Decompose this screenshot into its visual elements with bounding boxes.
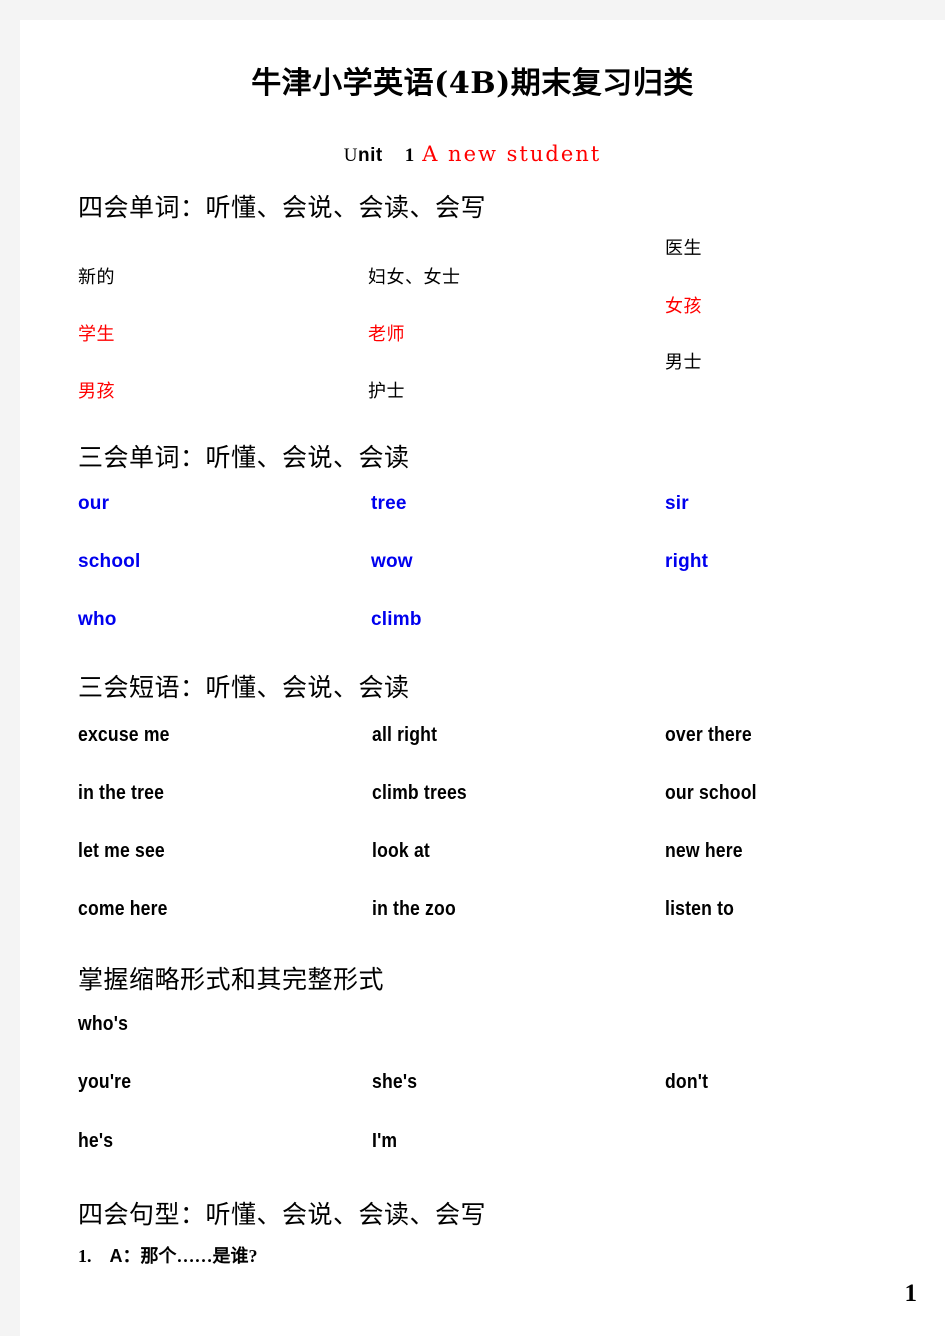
word-cell: wow bbox=[371, 551, 413, 572]
contraction-cell: who's bbox=[78, 1013, 129, 1035]
word-cell: 医生 bbox=[665, 238, 702, 258]
phrase-cell: excuse me bbox=[78, 724, 170, 746]
word-cell: climb bbox=[371, 609, 422, 630]
section-heading-three-skill-phrases: 三会短语：听懂、会说、会读 bbox=[78, 675, 410, 702]
section-heading-four-skill-words: 四会单词：听懂、会说、会读、会写 bbox=[78, 195, 487, 222]
word-cell: 男孩 bbox=[78, 381, 115, 401]
contraction-cell: I'm bbox=[372, 1130, 398, 1152]
sentence-text: 那个……是谁? bbox=[140, 1246, 258, 1266]
phrase-cell: all right bbox=[372, 724, 438, 746]
contraction-cell: don't bbox=[665, 1071, 709, 1093]
word-cell: school bbox=[78, 551, 141, 572]
word-cell: 女孩 bbox=[665, 296, 702, 316]
unit-label-cap: U bbox=[343, 145, 358, 166]
word-cell: 老师 bbox=[368, 324, 405, 344]
word-cell: who bbox=[78, 609, 117, 630]
section-heading-contractions: 掌握缩略形式和其完整形式 bbox=[78, 967, 385, 994]
page-content: 牛津小学英语(4B)期末复习归类 Unit 1 A new student 四会单词… bbox=[20, 20, 945, 1336]
word-cell: our bbox=[78, 493, 110, 514]
phrase-cell: our school bbox=[665, 782, 757, 804]
document-page: 牛津小学英语(4B)期末复习归类 Unit 1 A new student 四会单词… bbox=[20, 20, 945, 1336]
unit-topic: A new student bbox=[422, 142, 602, 166]
unit-heading: Unit 1 A new student bbox=[20, 142, 925, 167]
phrase-cell: look at bbox=[372, 840, 430, 862]
sentence-item: 1. A：那个……是谁? bbox=[78, 1242, 258, 1268]
word-cell: 新的 bbox=[78, 267, 115, 287]
phrase-cell: come here bbox=[78, 898, 168, 920]
word-cell: 护士 bbox=[368, 381, 405, 401]
unit-label-rest: nit bbox=[357, 145, 383, 166]
word-cell: sir bbox=[665, 493, 689, 514]
sentence-number: 1. bbox=[78, 1246, 92, 1266]
unit-number: 1 bbox=[404, 145, 415, 166]
section-heading-three-skill-words: 三会单词：听懂、会说、会读 bbox=[78, 445, 410, 472]
phrase-cell: new here bbox=[665, 840, 743, 862]
phrase-cell: in the tree bbox=[78, 782, 165, 804]
word-cell: 学生 bbox=[78, 324, 115, 344]
contraction-cell: he's bbox=[78, 1130, 114, 1152]
unit-label: Unit bbox=[344, 145, 383, 166]
word-cell: 男士 bbox=[665, 352, 702, 372]
phrase-cell: over there bbox=[665, 724, 752, 746]
contraction-cell: she's bbox=[372, 1071, 418, 1093]
page-number: 1 bbox=[904, 1280, 918, 1307]
phrase-cell: listen to bbox=[665, 898, 735, 920]
phrase-cell: climb trees bbox=[372, 782, 467, 804]
phrase-cell: in the zoo bbox=[372, 898, 456, 920]
phrase-cell: let me see bbox=[78, 840, 165, 862]
page-title: 牛津小学英语(4B)期末复习归类 bbox=[251, 66, 694, 101]
word-cell: tree bbox=[371, 493, 407, 514]
contraction-cell: you're bbox=[78, 1071, 132, 1093]
section-heading-four-skill-sentences: 四会句型：听懂、会说、会读、会写 bbox=[78, 1202, 487, 1229]
word-cell: right bbox=[665, 551, 709, 572]
sentence-speaker: A： bbox=[109, 1246, 141, 1266]
word-cell: 妇女、女士 bbox=[368, 267, 461, 287]
